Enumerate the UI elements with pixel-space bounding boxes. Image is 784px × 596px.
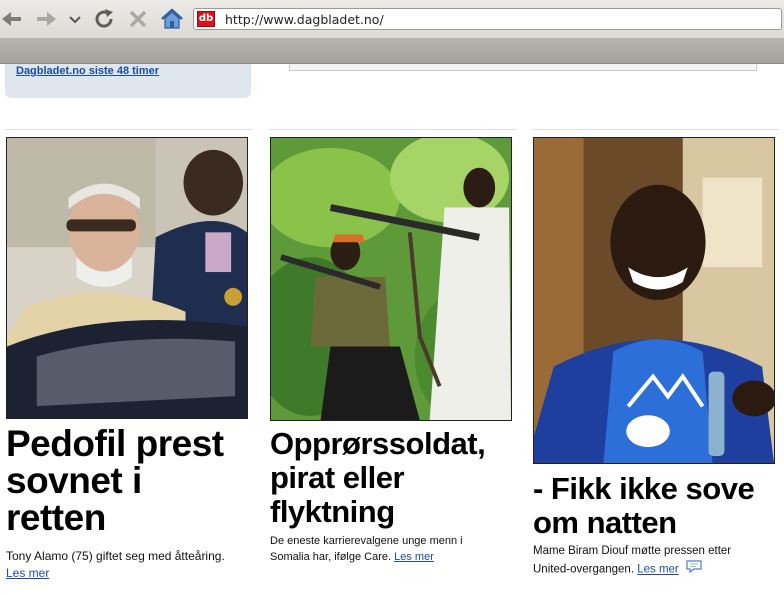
les-mer-link[interactable]: Les mer xyxy=(6,566,49,580)
divider xyxy=(532,129,779,130)
speech-bubble-icon[interactable] xyxy=(686,560,702,579)
ad-frame xyxy=(289,64,757,71)
headline-line: Pedofil prest xyxy=(6,423,224,464)
lead-text: De eneste karrierevalgene unge menn i xyxy=(270,535,463,547)
story-image[interactable] xyxy=(6,137,248,419)
reload-icon[interactable] xyxy=(91,6,117,32)
headline-line: om natten xyxy=(533,505,677,540)
story-lead: De eneste karrierevalgene unge menn i So… xyxy=(270,533,463,565)
lead-text: United-overgangen. xyxy=(533,563,635,576)
lead-text: Mame Biram Diouf møtte pressen etter xyxy=(533,545,732,557)
tab-strip xyxy=(0,39,784,64)
url-text[interactable]: http://www.dagbladet.no/ xyxy=(225,12,384,27)
lead-text: Somalia har, ifølge Care. xyxy=(270,551,392,563)
forward-icon[interactable] xyxy=(32,6,58,32)
story-image[interactable] xyxy=(533,137,775,464)
headline-line: sovnet i xyxy=(6,460,142,501)
lead-text: Tony Alamo (75) giftet seg med åtteåring… xyxy=(6,549,225,563)
siste-48-timer-link[interactable]: Dagbladet.no siste 48 timer xyxy=(16,65,159,77)
divider xyxy=(5,129,252,130)
address-bar[interactable]: db http://www.dagbladet.no/ xyxy=(193,8,782,30)
page-content: Dagbladet.no siste 48 timer Pedofil pres… xyxy=(0,64,784,596)
headline-line: - Fikk ikke sove xyxy=(533,471,755,506)
story-lead: Mame Biram Diouf møtte pressen etter Uni… xyxy=(533,543,731,579)
headline-line: retten xyxy=(6,497,106,538)
headline-line: Opprørssoldat, xyxy=(270,426,486,461)
les-mer-link[interactable]: Les mer xyxy=(637,564,679,576)
home-icon[interactable] xyxy=(159,6,185,32)
headline[interactable]: Opprørssoldat, pirat eller flyktning xyxy=(270,426,486,529)
headline-line: pirat eller xyxy=(270,460,405,495)
browser-toolbar: db http://www.dagbladet.no/ xyxy=(0,0,784,39)
story-lead: Tony Alamo (75) giftet seg med åtteåring… xyxy=(6,548,225,582)
les-mer-link[interactable]: Les mer xyxy=(394,551,434,563)
back-icon[interactable] xyxy=(0,6,26,32)
stop-icon[interactable] xyxy=(125,6,151,32)
sidebar-box: Dagbladet.no siste 48 timer xyxy=(5,64,251,98)
headline-line: flyktning xyxy=(270,494,395,529)
headline[interactable]: Pedofil prest sovnet i retten xyxy=(6,425,224,536)
headline[interactable]: - Fikk ikke sove om natten xyxy=(533,471,755,540)
site-favicon-icon: db xyxy=(197,11,215,27)
history-dropdown-icon[interactable] xyxy=(62,6,81,32)
story-image[interactable] xyxy=(270,137,512,421)
divider xyxy=(269,129,516,130)
